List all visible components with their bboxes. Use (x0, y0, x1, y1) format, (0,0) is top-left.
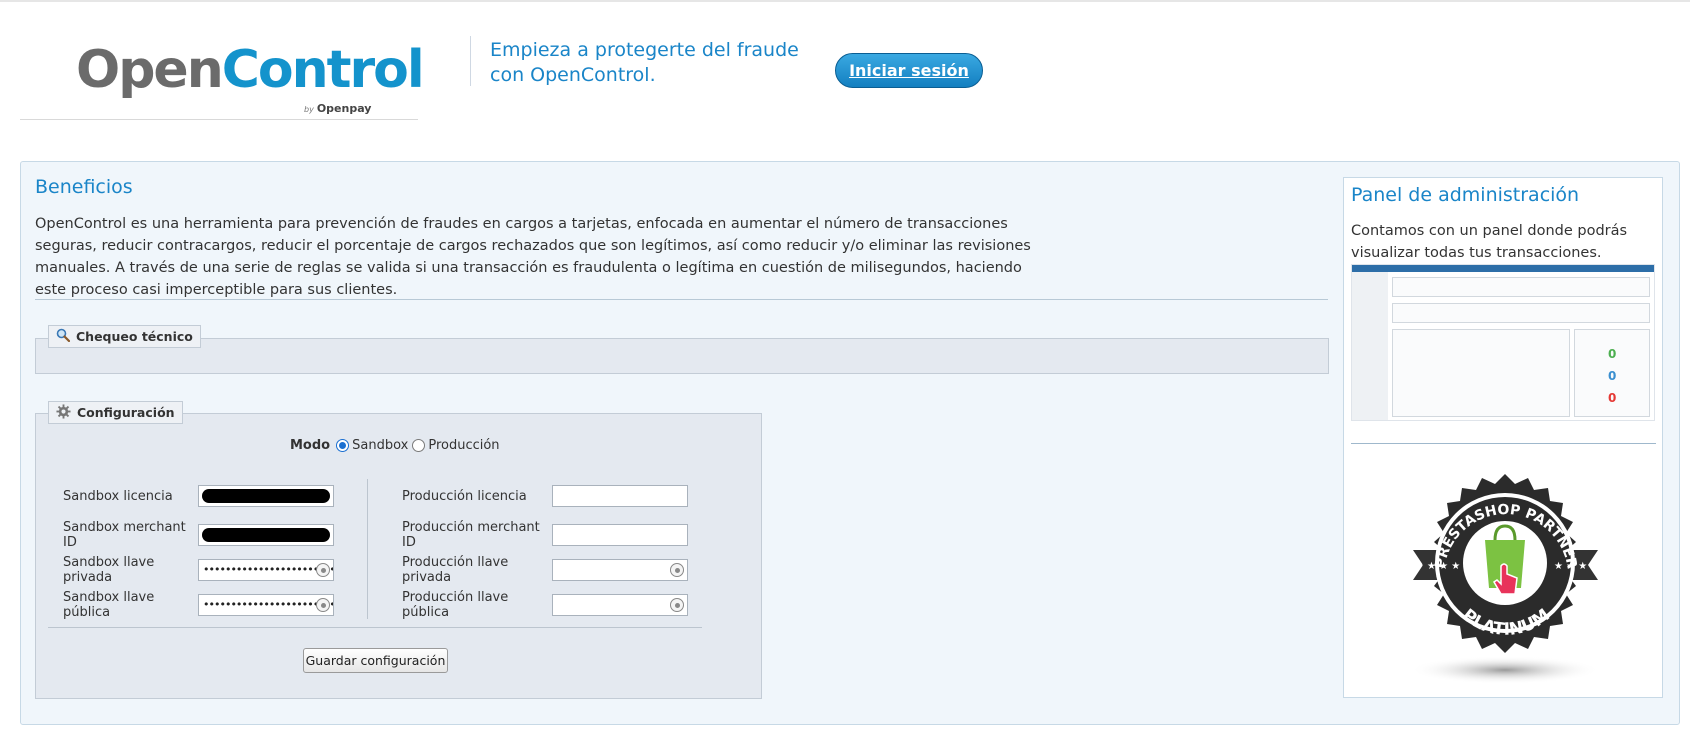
show-password-icon[interactable] (670, 563, 684, 577)
produccion-license-label: Producción licencia (402, 488, 527, 504)
dashboard-topbar (1352, 265, 1654, 272)
produccion-merchant-input[interactable] (552, 524, 688, 546)
svg-text:★ ★ ★: ★ ★ ★ (1554, 561, 1587, 572)
top-rule (0, 0, 1690, 2)
save-config-button[interactable]: Guardar configuración (303, 648, 448, 673)
admin-panel-title: Panel de administración (1351, 184, 1580, 206)
header-divider (470, 36, 471, 86)
logo-control-text: Control (221, 40, 425, 100)
dashboard-count-review: 0 (1608, 369, 1617, 383)
sandbox-private-key-row: Sandbox llave privada ••••••••••••••••••… (63, 555, 334, 585)
produccion-merchant-label: Producción merchant ID (402, 520, 540, 550)
dashboard-sidebar (1352, 272, 1388, 420)
produccion-merchant-row: Producción merchant ID (402, 520, 688, 550)
admin-panel-text: Contamos con un panel donde podrás visua… (1351, 223, 1628, 261)
produccion-radio[interactable] (412, 439, 426, 452)
produccion-license-input[interactable] (552, 485, 688, 507)
sandbox-public-key-label: Sandbox llave pública (63, 590, 155, 620)
produccion-private-key-input[interactable] (552, 559, 688, 581)
benefits-description: OpenControl es una herramienta para prev… (35, 216, 1031, 298)
sandbox-public-key-row: Sandbox llave pública ••••••••••••••••••… (63, 590, 334, 620)
sandbox-license-input[interactable] (198, 485, 334, 507)
magnifier-icon (56, 328, 71, 345)
sandbox-radio[interactable] (336, 439, 350, 452)
config-horizontal-divider (48, 627, 702, 628)
mode-label: Modo (290, 438, 331, 453)
dashboard-count-rejected: 0 (1608, 391, 1617, 405)
sandbox-private-key-input[interactable]: •••••••••••••••••••••••••••••• (198, 559, 334, 581)
sandbox-private-key-value: •••••••••••••••••••••••••••••• (203, 563, 333, 576)
opencontrol-logo: OpenControl by Openpay (76, 44, 425, 115)
produccion-radio-label: Producción (428, 438, 500, 453)
benefits-title: Beneficios (35, 176, 133, 198)
sandbox-merchant-label: Sandbox merchant ID (63, 520, 186, 550)
dashboard-block (1392, 303, 1650, 323)
produccion-public-key-input[interactable] (552, 594, 688, 616)
config-vertical-divider (367, 479, 368, 619)
logo-by-text: by (304, 105, 314, 114)
produccion-private-key-row: Producción llave privada (402, 555, 688, 585)
show-password-icon[interactable] (316, 563, 330, 577)
login-button[interactable]: Iniciar sesión (835, 53, 983, 88)
mode-option-produccion[interactable]: Producción (412, 438, 500, 453)
side-panel-divider (1351, 443, 1656, 444)
logo-brand-text: Openpay (316, 102, 372, 115)
sandbox-private-key-label: Sandbox llave privada (63, 555, 155, 585)
config-legend: Configuración (48, 401, 183, 424)
logo-byline: by Openpay (304, 102, 371, 115)
dashboard-count-approved: 0 (1608, 347, 1617, 361)
produccion-public-key-label: Producción llave pública (402, 590, 509, 620)
show-password-icon[interactable] (670, 598, 684, 612)
tech-check-legend: Chequeo técnico (48, 325, 201, 348)
mode-option-sandbox[interactable]: Sandbox (336, 438, 408, 453)
produccion-license-row: Producción licencia (402, 485, 688, 507)
logo-container: OpenControl by Openpay (20, 36, 425, 120)
gear-icon (56, 403, 71, 422)
sandbox-merchant-input[interactable] (198, 524, 334, 546)
dashboard-block (1392, 329, 1570, 417)
sandbox-merchant-row: Sandbox merchant ID (63, 520, 334, 550)
prestashop-partner-badge: PRESTASHOP PARTNER PLATINUM ★ ★ ★ ★ ★ ★ (1393, 470, 1618, 690)
svg-text:★ ★ ★: ★ ★ ★ (1427, 561, 1460, 572)
sandbox-license-row: Sandbox licencia (63, 485, 334, 507)
dashboard-block (1392, 277, 1650, 297)
tech-check-fieldset (35, 338, 1329, 374)
config-label: Configuración (77, 405, 175, 420)
sandbox-radio-label: Sandbox (352, 438, 409, 453)
sandbox-license-label: Sandbox licencia (63, 488, 173, 504)
header-tagline: Empieza a protegerte del fraude con Open… (490, 39, 799, 86)
mode-selector: Modo Sandbox Producción (290, 438, 504, 453)
tech-check-label: Chequeo técnico (76, 329, 193, 344)
dashboard-screenshot: 0 0 0 (1351, 264, 1655, 421)
benefits-divider (35, 299, 1328, 300)
produccion-private-key-label: Producción llave privada (402, 555, 509, 585)
show-password-icon[interactable] (316, 598, 330, 612)
produccion-public-key-row: Producción llave pública (402, 590, 688, 620)
sandbox-public-key-input[interactable]: •••••••••••••••••••••••••••••• (198, 594, 334, 616)
sandbox-public-key-value: •••••••••••••••••••••••••••••• (203, 598, 333, 611)
logo-open-text: Open (76, 40, 224, 100)
